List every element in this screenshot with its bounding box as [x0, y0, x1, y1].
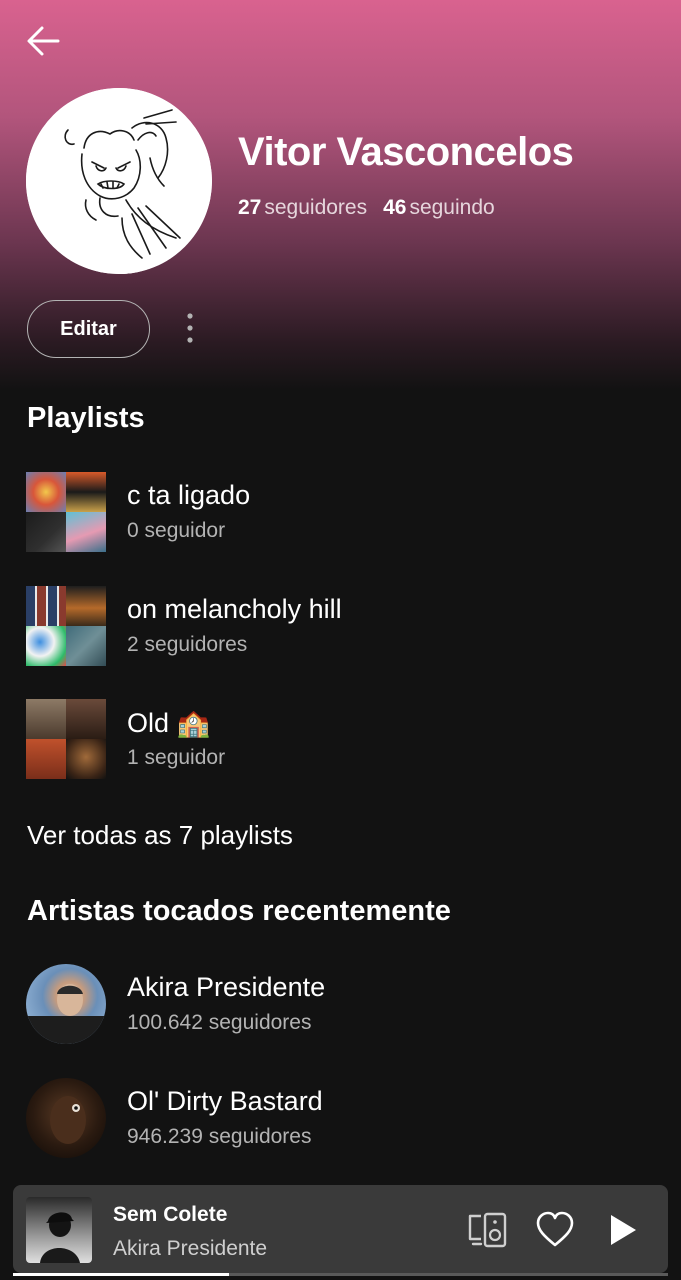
connect-device-button[interactable] [467, 1209, 509, 1251]
now-playing-bar[interactable]: Sem Colete Akira Presidente [13, 1185, 668, 1273]
playlists-section-title: Playlists [27, 402, 145, 434]
recent-artists-section-title: Artistas tocados recentemente [27, 895, 451, 927]
followers-label[interactable]: seguidores [264, 196, 367, 219]
playlist-followers: 2 seguidores [127, 633, 248, 656]
artist-image [26, 1078, 106, 1158]
edit-button[interactable]: Editar [27, 300, 150, 358]
now-playing-title: Sem Colete [113, 1203, 228, 1226]
playlist-name: on melancholy hill [127, 594, 342, 624]
playlist-name: c ta ligado [127, 480, 251, 510]
now-playing-cover [26, 1197, 92, 1263]
playlist-item[interactable]: Old 🏫 1 seguidor [26, 699, 655, 781]
more-options-button[interactable] [178, 310, 202, 350]
artist-name: Akira Presidente [127, 972, 326, 1002]
profile-header: Vitor Vasconcelos 27 seguidores 46 seguindo… [0, 0, 681, 390]
playlist-cover [26, 699, 106, 779]
playlist-item[interactable]: on melancholy hill 2 seguidores [26, 586, 655, 668]
playlist-item[interactable]: c ta ligado 0 seguidor [26, 472, 655, 554]
like-button[interactable] [534, 1209, 576, 1251]
profile-name: Vitor Vasconcelos [238, 130, 574, 174]
connect-device-icon [468, 1212, 507, 1248]
followers-count[interactable]: 27 [238, 196, 261, 219]
back-button[interactable] [22, 20, 64, 62]
arrow-left-icon [27, 26, 60, 56]
heart-icon [536, 1211, 574, 1247]
profile-avatar [26, 88, 212, 274]
playlist-cover [26, 472, 106, 552]
artist-image [26, 964, 106, 1044]
more-vertical-icon [187, 313, 193, 343]
playlist-followers: 0 seguidor [127, 519, 226, 542]
play-button[interactable] [601, 1209, 643, 1251]
see-all-playlists-link[interactable]: Ver todas as 7 playlists [27, 820, 293, 851]
profile-stats: 27 seguidores 46 seguindo [238, 196, 495, 220]
following-label[interactable]: seguindo [409, 196, 494, 219]
following-count[interactable]: 46 [383, 196, 406, 219]
artist-name: Ol' Dirty Bastard [127, 1086, 323, 1116]
artist-followers: 946.239 seguidores [127, 1125, 312, 1148]
playback-progress-fill [13, 1273, 230, 1276]
now-playing-artist: Akira Presidente [113, 1237, 268, 1260]
playback-progress[interactable] [13, 1273, 668, 1276]
artist-item[interactable]: Ol' Dirty Bastard 946.239 seguidores [26, 1078, 655, 1160]
artist-item[interactable]: Akira Presidente 100.642 seguidores [26, 964, 655, 1046]
playlist-name: Old 🏫 [127, 708, 211, 738]
playlist-followers: 1 seguidor [127, 746, 226, 769]
play-icon [611, 1215, 636, 1245]
playlist-cover [26, 586, 106, 666]
artist-followers: 100.642 seguidores [127, 1011, 312, 1034]
